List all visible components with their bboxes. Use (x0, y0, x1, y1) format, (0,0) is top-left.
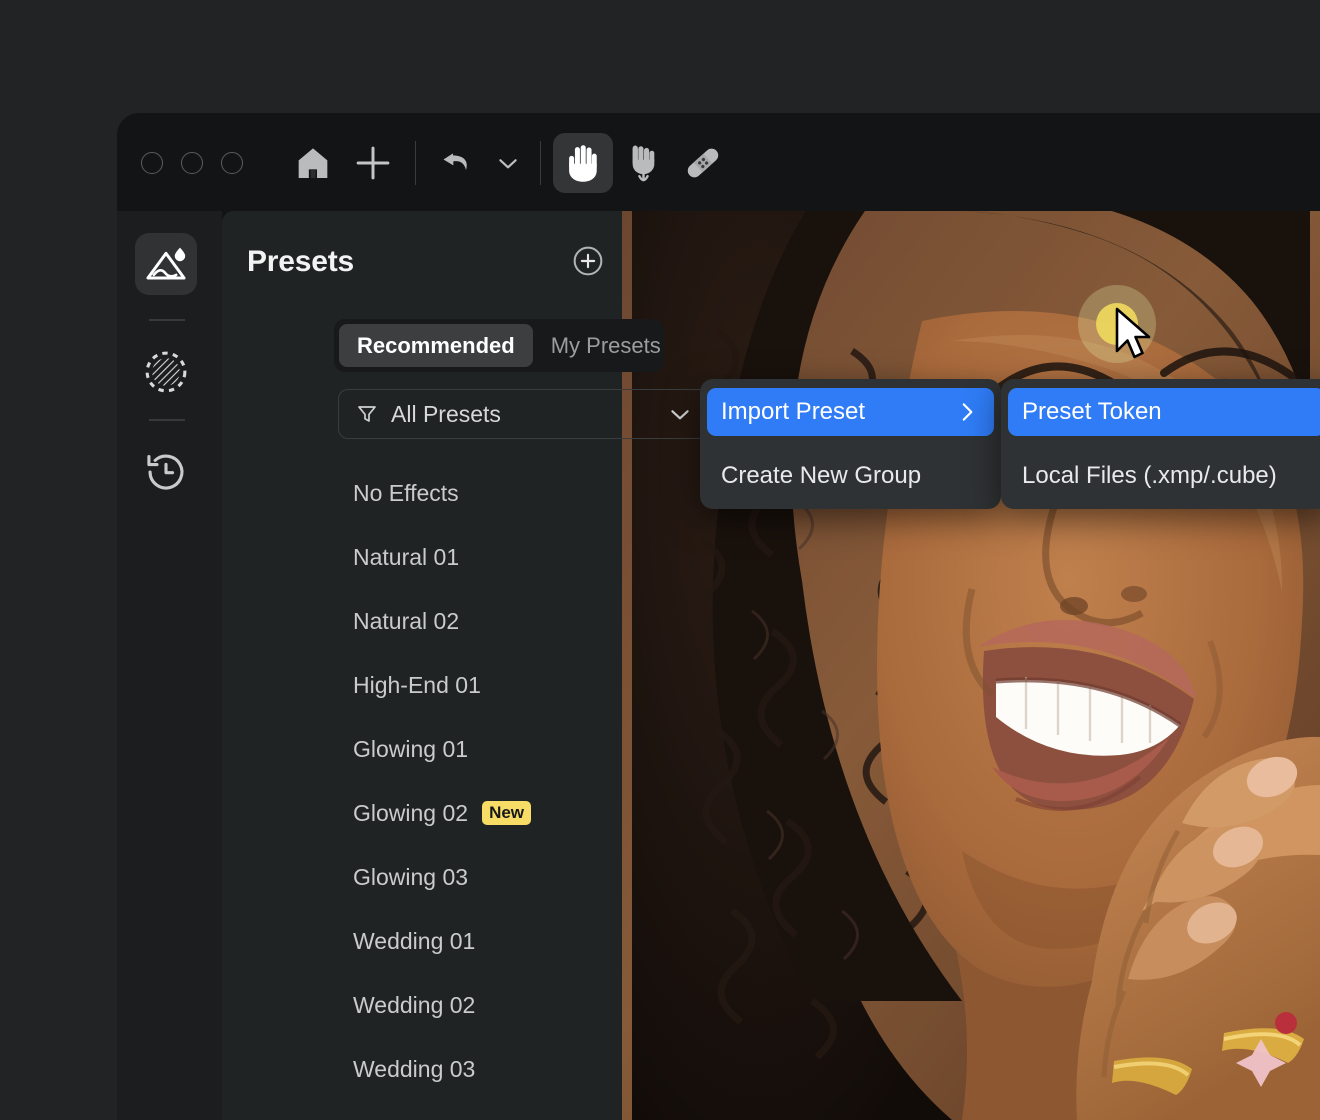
presets-panel-header: Presets (222, 211, 622, 311)
menu-item-label: Local Files (.xmp/.cube) (1022, 462, 1311, 490)
window-controls (141, 152, 243, 174)
hatched-dashed-circle-icon (142, 348, 190, 396)
menu-item-create-new-group[interactable]: Create New Group (707, 452, 994, 500)
preset-filter-value: All Presets (391, 401, 667, 428)
add-preset-icon (572, 245, 604, 277)
preset-list-item[interactable]: Natural 02 (222, 589, 622, 653)
home-icon (293, 143, 333, 183)
home-button[interactable] (283, 133, 343, 193)
edited-photo (622, 211, 1320, 1120)
preset-item-label: Wedding 03 (353, 1056, 475, 1083)
top-toolbar (117, 113, 1320, 213)
maximize-circle-icon[interactable] (221, 152, 243, 174)
preset-list-item[interactable]: Glowing 01 (222, 717, 622, 781)
toolbar-divider-1 (415, 141, 416, 185)
preset-list[interactable]: No Effects Natural 01 Natural 02 High-End 0… (222, 461, 622, 1120)
add-button[interactable] (343, 133, 403, 193)
chevron-down-icon (495, 150, 521, 176)
preset-item-label: Wedding 02 (353, 992, 475, 1019)
preset-item-label: Glowing 02 (353, 800, 468, 827)
preset-list-item[interactable]: Glowing 03 (222, 845, 622, 909)
plus-icon (352, 142, 394, 184)
photo-canvas[interactable] (622, 211, 1320, 1120)
presets-tabs: Recommended My Presets (334, 319, 664, 372)
undo-button[interactable] (428, 133, 488, 193)
pointing-hand-icon (623, 142, 663, 184)
menu-spacer (707, 436, 994, 452)
preset-list-item[interactable]: Glowing 02 New (222, 781, 622, 845)
bandage-icon (682, 142, 724, 184)
chevron-down-icon (667, 401, 693, 427)
rail-item-effects[interactable] (135, 341, 197, 403)
image-mountain-droplet-icon (143, 241, 189, 287)
menu-item-label: Preset Token (1022, 398, 1311, 426)
import-preset-submenu: Preset Token Local Files (.xmp/.cube) (1001, 379, 1320, 509)
submenu-item-preset-token[interactable]: Preset Token (1008, 388, 1320, 436)
workspace: Presets Recommended My Presets (117, 211, 1320, 1120)
preset-list-item[interactable]: No Effects (222, 461, 622, 525)
menu-spacer (1008, 436, 1320, 452)
tab-my-presets[interactable]: My Presets (533, 324, 679, 367)
preset-list-item[interactable]: Natural 01 (222, 525, 622, 589)
clock-rewind-icon (143, 449, 189, 495)
presets-panel: Presets Recommended My Presets (222, 211, 622, 1120)
preset-item-label: No Effects (353, 480, 459, 507)
preset-item-label: High-End 01 (353, 672, 481, 699)
menu-item-label: Create New Group (721, 462, 980, 490)
screen: Presets Recommended My Presets (0, 0, 1320, 1120)
undo-arrow-icon (438, 143, 478, 183)
rail-divider-1 (149, 319, 185, 321)
app-window: Presets Recommended My Presets (117, 113, 1320, 1120)
preset-item-label: Glowing 03 (353, 864, 468, 891)
preset-list-item[interactable]: Baby & Child 01 (222, 1101, 622, 1120)
preset-filter-select[interactable]: All Presets (338, 389, 710, 439)
context-menu: Import Preset Create New Group (700, 379, 1001, 509)
heal-tool-button[interactable] (673, 133, 733, 193)
preset-list-item[interactable]: Wedding 02 (222, 973, 622, 1037)
tool-rail (117, 211, 222, 1120)
page-title: Presets (247, 245, 354, 279)
preset-item-label: Natural 02 (353, 608, 459, 635)
undo-history-button[interactable] (488, 133, 528, 193)
add-preset-button[interactable] (572, 245, 604, 277)
preset-item-label: Glowing 01 (353, 736, 468, 763)
preset-item-label: Wedding 01 (353, 928, 475, 955)
open-hand-icon (563, 142, 603, 184)
toolbar-divider-2 (540, 141, 541, 185)
status-badge: New (482, 801, 531, 825)
close-circle-icon[interactable] (141, 152, 163, 174)
tab-recommended[interactable]: Recommended (339, 324, 533, 367)
menu-item-label: Import Preset (721, 398, 954, 426)
menu-item-import-preset[interactable]: Import Preset (707, 388, 994, 436)
chevron-right-icon (954, 399, 980, 425)
submenu-item-local-files[interactable]: Local Files (.xmp/.cube) (1008, 452, 1320, 500)
rail-item-adjust[interactable] (135, 233, 197, 295)
preset-item-label: Natural 01 (353, 544, 459, 571)
rail-item-history[interactable] (135, 441, 197, 503)
preset-list-item[interactable]: High-End 01 (222, 653, 622, 717)
minimize-circle-icon[interactable] (181, 152, 203, 174)
preset-list-item[interactable]: Wedding 03 (222, 1037, 622, 1101)
preset-list-item[interactable]: Wedding 01 (222, 909, 622, 973)
funnel-icon (355, 402, 379, 426)
pan-tool-button[interactable] (553, 133, 613, 193)
rail-divider-2 (149, 419, 185, 421)
retouch-tool-button[interactable] (613, 133, 673, 193)
